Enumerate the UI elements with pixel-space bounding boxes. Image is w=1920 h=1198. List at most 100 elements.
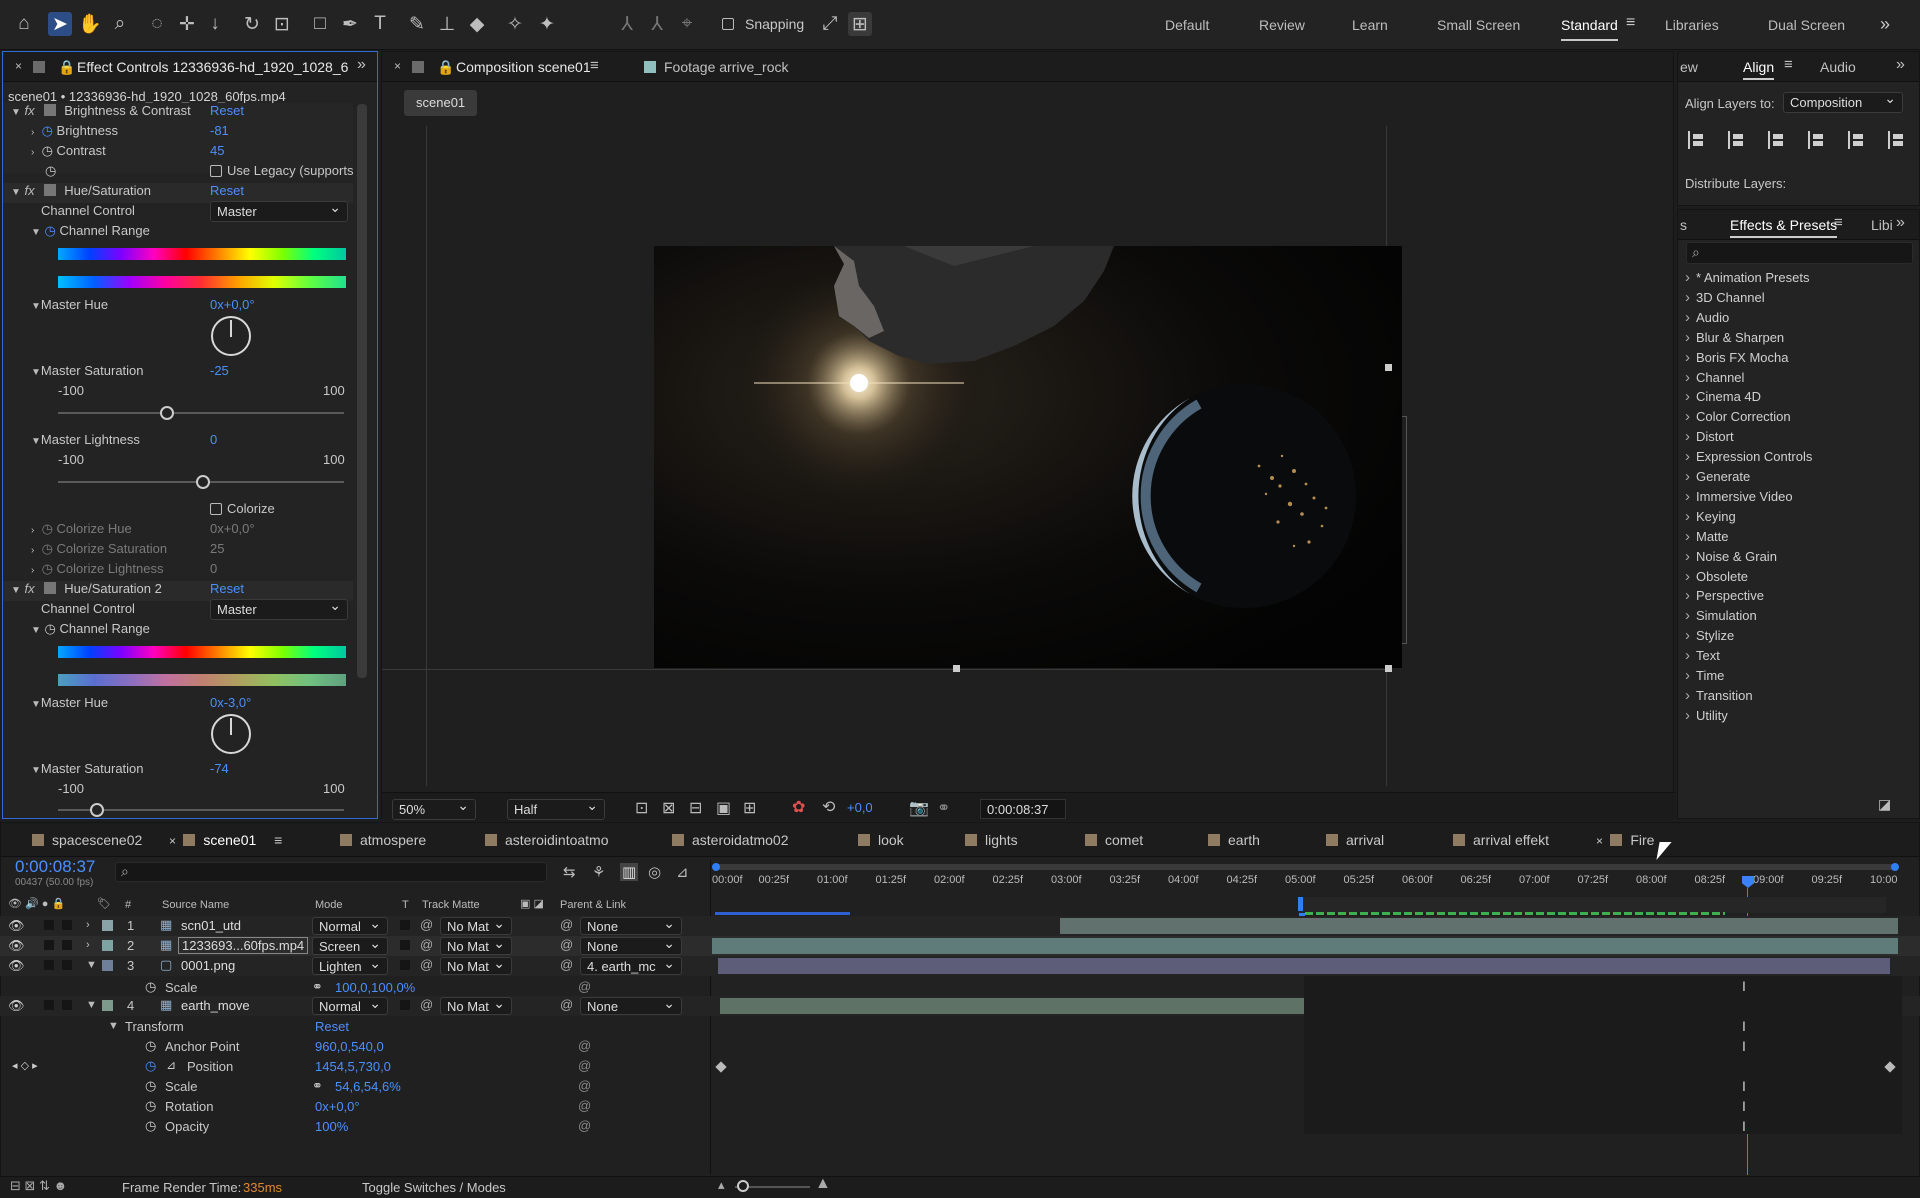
effect-controls-scrollbar[interactable]	[357, 104, 367, 678]
property-value[interactable]: 1454,5,730,0	[315, 1059, 391, 1074]
snapshot-camera-icon[interactable]: 📷	[909, 798, 929, 818]
timeline-zoom-knob[interactable]	[737, 1180, 749, 1192]
timeline-tab[interactable]: arrival effekt	[1453, 832, 1549, 848]
axis-world-icon[interactable]: ⅄	[645, 12, 669, 36]
effects-category-item[interactable]: Obsolete	[1685, 568, 1748, 585]
timeline-tab[interactable]: arrival	[1326, 832, 1384, 848]
hs2-master-sat-value[interactable]: -74	[210, 761, 229, 776]
timeline-tab[interactable]: spacescene02	[32, 832, 142, 848]
solo-toggle[interactable]	[44, 1000, 54, 1010]
channels-icon[interactable]: ✿	[792, 797, 805, 817]
effects-search-input[interactable]: ⌕	[1686, 242, 1913, 264]
track-matte-dropdown[interactable]: No Mat	[440, 915, 512, 935]
parent-dropdown[interactable]: None	[580, 915, 682, 935]
layer-handle-corner[interactable]	[1385, 665, 1392, 672]
workspace-overflow-icon[interactable]: »	[1880, 14, 1890, 35]
hs1-master-light-value[interactable]: 0	[210, 432, 217, 447]
expand-caret-icon[interactable]: ›	[86, 939, 90, 951]
lock-toggle[interactable]	[62, 960, 72, 970]
hs1-sat-slider-knob[interactable]	[160, 406, 175, 420]
col-source-name[interactable]: Source Name	[162, 899, 229, 911]
effects-category-item[interactable]: Matte	[1685, 528, 1729, 545]
stopwatch-icon[interactable]: ◷	[45, 163, 56, 179]
workspace-review[interactable]: Review	[1259, 17, 1305, 33]
mask-visibility-icon[interactable]: ⊟	[689, 798, 702, 818]
lock-icon[interactable]: 🔒	[437, 59, 454, 76]
hs2-master-hue-row[interactable]: ▼Master Hue	[31, 695, 108, 710]
hs1-channel-range-row[interactable]: ▼ ◷ Channel Range	[31, 223, 150, 239]
layer-mode-dropdown[interactable]: Normal	[312, 995, 388, 1015]
viewer-timecode[interactable]: 0:00:08:37	[980, 799, 1066, 819]
layer-name[interactable]: scn01_utd	[181, 918, 241, 933]
tab-effects-presets[interactable]: Effects & Presets	[1730, 217, 1838, 238]
preserve-transparency-toggle[interactable]	[400, 1000, 410, 1010]
motion-blur-icon[interactable]: ◎	[648, 863, 661, 881]
region-of-interest-icon[interactable]: ▣	[716, 798, 731, 818]
expression-pickwhip-icon[interactable]: @	[578, 979, 591, 994]
stopwatch-icon[interactable]: ◷	[42, 143, 53, 158]
timeline-tab[interactable]: × Fire	[1596, 832, 1654, 848]
expression-pickwhip-icon[interactable]: @	[578, 1038, 591, 1053]
zoom-tool-icon[interactable]: ⌕	[108, 12, 132, 36]
property-value[interactable]: 960,0,540,0	[315, 1039, 384, 1054]
timeline-tab[interactable]: comet	[1085, 832, 1143, 848]
timeline-search-input[interactable]: ⌕	[115, 862, 547, 882]
graph-icon[interactable]: ⊿	[166, 1058, 176, 1072]
layer-name[interactable]: earth_move	[181, 998, 250, 1013]
comp-flowchart-icon[interactable]: ⇆	[563, 863, 576, 881]
work-area-bar[interactable]	[712, 864, 1895, 870]
eye-icon[interactable]: 👁	[8, 918, 25, 934]
shy-layers-icon[interactable]: ⚘	[592, 863, 605, 881]
orbit-camera-icon[interactable]: ◌	[145, 12, 169, 36]
hs2-channel-control-dropdown[interactable]: Master	[210, 597, 348, 620]
property-value[interactable]: 100%	[315, 1119, 348, 1134]
expression-pickwhip-icon[interactable]: @	[578, 1078, 591, 1093]
solo-toggle[interactable]	[44, 920, 54, 930]
effects-category-item[interactable]: Color Correction	[1685, 408, 1791, 425]
bc-header[interactable]: ▼ fx Brightness & Contrast	[11, 103, 191, 118]
close-tab-icon[interactable]: ×	[169, 834, 179, 848]
grid-guides-icon[interactable]: ⊞	[743, 798, 756, 818]
toggle-switches-modes[interactable]: Toggle Switches / Modes	[362, 1180, 506, 1195]
eraser-tool-icon[interactable]: ◆	[465, 12, 489, 36]
roto-brush-icon[interactable]: ✧	[503, 12, 527, 36]
effects-category-item[interactable]: Noise & Grain	[1685, 548, 1777, 565]
expand-caret-icon[interactable]: ▼	[86, 999, 97, 1011]
stopwatch-icon[interactable]: ◷	[145, 1078, 156, 1094]
hs1-range-bar-bottom[interactable]	[58, 276, 346, 288]
expression-pickwhip-icon[interactable]: @	[578, 1118, 591, 1133]
work-area-end-handle[interactable]	[1891, 863, 1899, 871]
tab-ew[interactable]: ew	[1680, 59, 1698, 75]
snap-grid-icon[interactable]: ⊞	[848, 12, 872, 36]
align-top-icon[interactable]	[1808, 131, 1826, 149]
keyframe-navigator-icons[interactable]: ◂ ◇ ▸	[12, 1059, 38, 1072]
hs2-range-bar-top[interactable]	[58, 646, 346, 658]
anchor-tool-icon[interactable]: ⊡	[270, 12, 294, 36]
track-bar-layer1[interactable]	[1060, 918, 1898, 934]
dolly-camera-icon[interactable]: ↓	[203, 12, 227, 36]
timeline-tab[interactable]: lights	[965, 832, 1018, 848]
effects-category-item[interactable]: Utility	[1685, 707, 1728, 724]
stopwatch-icon[interactable]: ◷	[145, 1058, 156, 1074]
parent-pickwhip-icon[interactable]: @	[560, 997, 573, 1012]
effects-category-item[interactable]: Audio	[1685, 309, 1729, 326]
timeline-tab[interactable]: × scene01 ≡	[169, 832, 282, 848]
effects-category-item[interactable]: Expression Controls	[1685, 448, 1812, 465]
hs1-master-light-row[interactable]: ▼Master Lightness	[31, 432, 140, 447]
workspace-small-screen[interactable]: Small Screen	[1437, 17, 1520, 33]
track-matte-dropdown[interactable]: No Mat	[440, 935, 512, 955]
parent-dropdown[interactable]: 4. earth_mc	[580, 955, 682, 975]
align-vertical-center-icon[interactable]	[1848, 131, 1866, 149]
parent-dropdown[interactable]: None	[580, 995, 682, 1015]
property-value[interactable]: 54,6,54,6%	[335, 1079, 401, 1094]
track-bar-layer2[interactable]	[712, 938, 1898, 954]
expand-caret-icon[interactable]: ›	[86, 919, 90, 931]
stopwatch-icon[interactable]: ◷	[45, 621, 56, 636]
expand-caret-icon[interactable]: ▼	[86, 959, 97, 971]
hs1-master-hue-row[interactable]: ▼Master Hue	[31, 297, 108, 312]
lock-toggle[interactable]	[62, 1000, 72, 1010]
align-layers-to-dropdown[interactable]: Composition	[1783, 90, 1903, 113]
pen-tool-icon[interactable]: ✒	[338, 12, 362, 36]
axis-local-icon[interactable]: ⅄	[615, 12, 639, 36]
graph-editor-icon[interactable]: ⊿	[676, 863, 689, 881]
